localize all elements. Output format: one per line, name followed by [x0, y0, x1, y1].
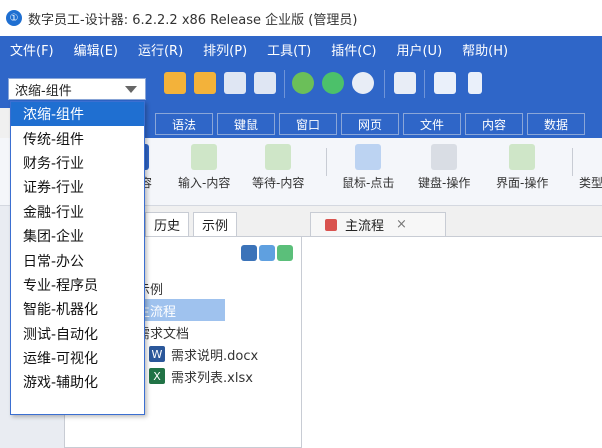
chevron-down-icon[interactable] [125, 86, 137, 93]
close-icon[interactable]: × [396, 217, 407, 232]
ui-operation-icon [509, 144, 536, 170]
palette-label: 等待-内容 [252, 176, 305, 190]
tab-window[interactable]: 窗口 [279, 113, 337, 135]
palette-label: 类型 [578, 176, 602, 190]
tab-webpage[interactable]: 网页 [341, 113, 399, 135]
export-icon[interactable] [277, 245, 293, 261]
category-option[interactable]: 运维-可视化 [11, 346, 144, 370]
save-as-icon[interactable] [254, 72, 276, 94]
title-bar: ① 数字员工-设计器: 6.2.2.2 x86 Release 企业版 (管理员… [0, 0, 602, 36]
palette-ui-operation[interactable]: 界面-操作 [496, 144, 548, 191]
menu-edit[interactable]: 编辑(E) [74, 40, 118, 59]
toolbar-separator [284, 70, 285, 98]
toolbar-separator [384, 70, 385, 98]
menu-run[interactable]: 运行(R) [138, 40, 183, 59]
grid-icon[interactable] [434, 72, 456, 94]
open-folder-icon[interactable] [194, 72, 216, 94]
menu-bar: 文件(F) 编辑(E) 运行(R) 排列(P) 工具(T) 插件(C) 用户(U… [0, 36, 602, 62]
keyboard-icon [431, 144, 458, 170]
run-icon[interactable] [322, 72, 344, 94]
toolbar-separator [424, 70, 425, 98]
category-option[interactable]: 金融-行业 [11, 200, 144, 224]
category-option[interactable]: 浓缩-组件 [11, 102, 144, 127]
panel-logos [241, 245, 293, 261]
editor-tab-label: 主流程 [345, 219, 385, 234]
palette-label: 界面-操作 [496, 176, 549, 190]
palette-type[interactable]: 类型 [578, 144, 602, 191]
window-title: 数字员工-设计器: 6.2.2.2 x86 Release 企业版 (管理员) [28, 12, 358, 28]
plugin-icon[interactable] [259, 245, 275, 261]
palette-label: 输入-内容 [178, 176, 231, 190]
stop-icon[interactable] [352, 72, 374, 94]
editor-canvas[interactable] [302, 236, 602, 448]
tab-syntax[interactable]: 语法 [155, 113, 213, 135]
tab-keyboard-mouse[interactable]: 键鼠 [217, 113, 275, 135]
tab-file[interactable]: 文件 [403, 113, 461, 135]
type-icon [578, 144, 602, 170]
tab-examples[interactable]: 示例 [193, 212, 238, 236]
record-icon[interactable] [394, 72, 416, 94]
category-option[interactable]: 专业-程序员 [11, 273, 144, 297]
wait-content-icon [265, 144, 292, 170]
tree-item-label: 需求说明.docx [171, 348, 259, 364]
category-option[interactable]: 日常-办公 [11, 248, 144, 272]
category-option[interactable]: 游戏-辅助化 [11, 370, 144, 394]
category-select[interactable]: 浓缩-组件 [8, 78, 146, 100]
category-option[interactable]: 智能-机器化 [11, 297, 144, 321]
category-dropdown-list: 浓缩-组件 传统-组件 财务-行业 证券-行业 金融-行业 集团-企业 日常-办… [10, 101, 145, 415]
menu-user[interactable]: 用户(U) [396, 40, 442, 59]
category-option[interactable]: 证券-行业 [11, 175, 144, 199]
flow-icon [325, 218, 337, 231]
tab-history[interactable]: 历史 [145, 212, 190, 236]
align-icon[interactable] [468, 72, 482, 94]
app-logo-icon: ① [6, 10, 22, 26]
palette-wait-content[interactable]: 等待-内容 [252, 144, 304, 191]
palette-label: 鼠标-点击 [342, 176, 395, 190]
palette-input-content[interactable]: 输入-内容 [178, 144, 230, 191]
category-option[interactable]: 传统-组件 [11, 126, 144, 150]
excel-file-icon: X [149, 368, 165, 384]
component-tab-strip: 语法 键鼠 窗口 网页 文件 内容 数据 [145, 108, 602, 138]
mouse-click-icon [355, 144, 382, 170]
category-option[interactable]: 集团-企业 [11, 224, 144, 248]
palette-mouse-click[interactable]: 鼠标-点击 [342, 144, 394, 191]
save-icon[interactable] [224, 72, 246, 94]
palette-separator [572, 148, 573, 176]
tree-item-label: 需求列表.xlsx [171, 370, 253, 386]
word-file-icon: W [149, 346, 165, 362]
python-icon[interactable] [241, 245, 257, 261]
editor-tab-main-flow[interactable]: 主流程 × [310, 212, 446, 236]
menu-arrange[interactable]: 排列(P) [203, 40, 247, 59]
menu-plugins[interactable]: 插件(C) [331, 40, 376, 59]
tab-content[interactable]: 内容 [465, 113, 523, 135]
palette-separator [326, 148, 327, 176]
new-folder-icon[interactable] [164, 72, 186, 94]
input-content-icon [191, 144, 218, 170]
menu-file[interactable]: 文件(F) [10, 40, 54, 59]
code-icon[interactable] [292, 72, 314, 94]
menu-help[interactable]: 帮助(H) [462, 40, 508, 59]
menu-tools[interactable]: 工具(T) [267, 40, 311, 59]
category-option[interactable]: 财务-行业 [11, 151, 144, 175]
left-panel-tabs: 历史 示例 [145, 212, 241, 236]
category-select-value: 浓缩-组件 [15, 83, 72, 99]
palette-label: 键盘-操作 [418, 176, 471, 190]
tab-data[interactable]: 数据 [527, 113, 585, 135]
category-option[interactable]: 测试-自动化 [11, 322, 144, 346]
palette-keyboard-operation[interactable]: 键盘-操作 [418, 144, 470, 191]
